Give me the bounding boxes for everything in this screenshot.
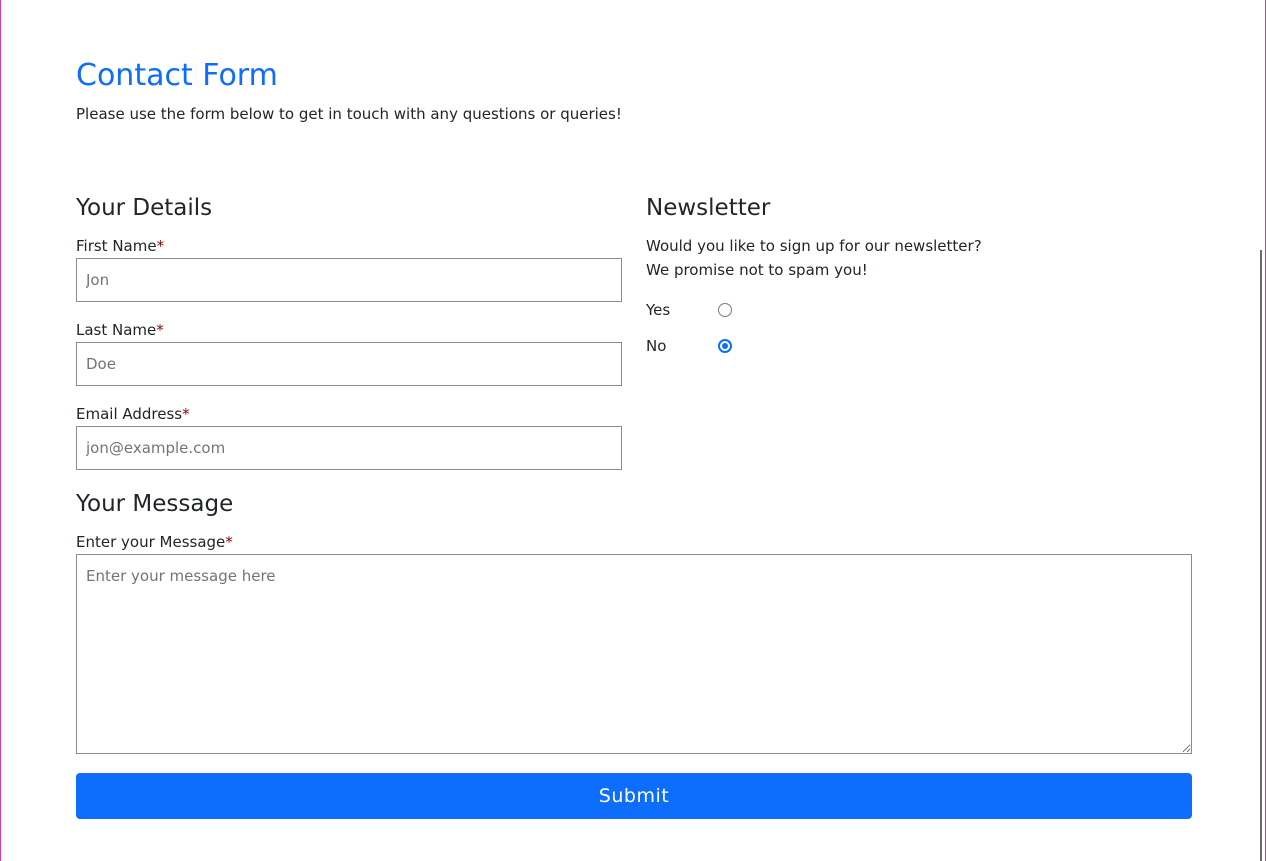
last-name-label: Last Name* (76, 320, 164, 340)
message-textarea[interactable] (76, 554, 1192, 754)
first-name-input[interactable] (76, 258, 622, 302)
required-mark: * (156, 321, 164, 339)
radio-label-yes: Yes (646, 301, 671, 319)
scrollbar[interactable] (1260, 250, 1262, 861)
last-name-label-text: Last Name (76, 321, 157, 339)
page-title: Contact Form (76, 58, 278, 93)
required-mark: * (225, 533, 233, 551)
radio-yes[interactable] (718, 303, 732, 317)
radio-no[interactable] (718, 339, 732, 353)
message-label-text: Enter your Message (76, 533, 226, 551)
first-name-label: First Name* (76, 236, 164, 256)
radio-label-no: No (646, 337, 667, 355)
newsletter-note: We promise not to spam you! (646, 261, 868, 279)
newsletter-question: Would you like to sign up for our newsle… (646, 237, 982, 255)
newsletter-option-no[interactable]: No (646, 336, 846, 356)
first-name-label-text: First Name (76, 237, 157, 255)
message-heading: Your Message (76, 491, 234, 517)
details-heading: Your Details (76, 195, 213, 221)
page-subtitle: Please use the form below to get in touc… (76, 105, 622, 123)
newsletter-heading: Newsletter (646, 195, 771, 221)
required-mark: * (156, 237, 165, 255)
email-input[interactable] (76, 426, 622, 470)
email-label-text: Email Address (76, 405, 183, 423)
email-label: Email Address* (76, 404, 190, 424)
required-mark: * (182, 405, 190, 423)
newsletter-option-yes[interactable]: Yes (646, 300, 846, 320)
submit-button[interactable]: Submit (76, 773, 1192, 819)
page-frame: Contact Form Please use the form below t… (0, 0, 1266, 861)
message-label: Enter your Message* (76, 532, 233, 552)
last-name-input[interactable] (76, 342, 622, 386)
